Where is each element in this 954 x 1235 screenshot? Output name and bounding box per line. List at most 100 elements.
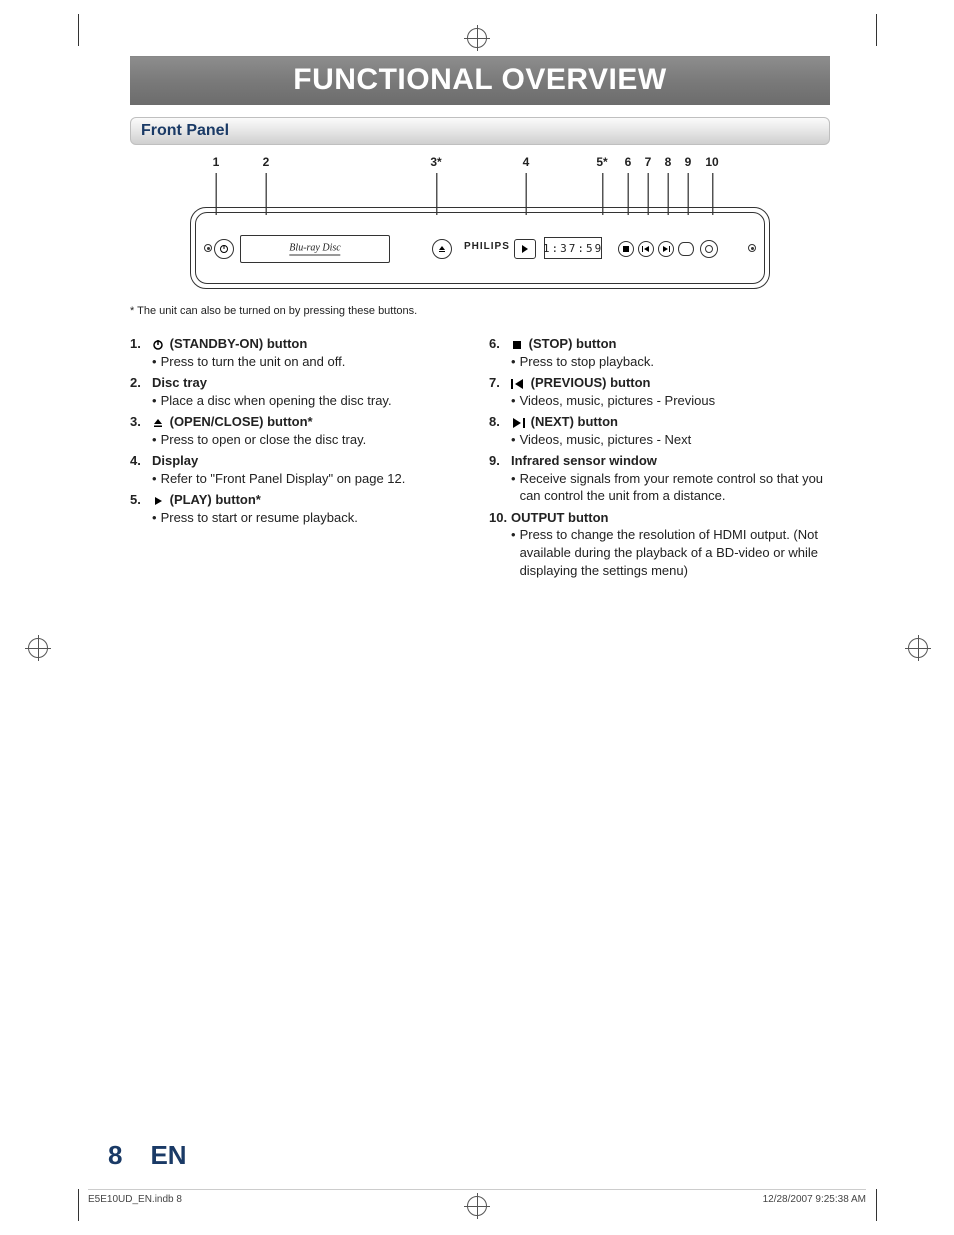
registration-mark-icon <box>908 638 928 658</box>
page-content: FUNCTIONAL OVERVIEW Front Panel 1 2 3* 4… <box>130 56 830 579</box>
disc-tray: Blu-ray Disc <box>240 235 390 263</box>
item-number: 1. <box>130 335 152 370</box>
callout-7: 7 <box>645 155 652 169</box>
previous-button-icon <box>638 241 654 257</box>
list-item: 7. (PREVIOUS) buttonVideos, music, pictu… <box>489 374 830 409</box>
item-body: Disc trayPlace a disc when opening the d… <box>152 374 471 409</box>
prev-icon <box>511 375 527 390</box>
next-button-icon <box>658 241 674 257</box>
left-column: 1. (STANDBY-ON) buttonPress to turn the … <box>130 331 471 579</box>
page-footer: 8 EN <box>108 1140 187 1171</box>
language-code: EN <box>150 1140 186 1171</box>
callout-10: 10 <box>705 155 718 169</box>
callout-5: 5* <box>596 155 607 169</box>
callout-3: 3* <box>430 155 441 169</box>
crop-mark <box>78 1189 79 1221</box>
device-outline: Blu-ray Disc PHILIPS 1:37:59 <box>190 207 770 289</box>
page-number: 8 <box>108 1140 122 1171</box>
item-body: (STANDBY-ON) buttonPress to turn the uni… <box>152 335 471 370</box>
registration-mark-icon <box>28 638 48 658</box>
item-label: Infrared sensor window <box>511 452 830 470</box>
list-item: 3. (OPEN/CLOSE) button*Press to open or … <box>130 413 471 448</box>
standby-button-icon <box>214 239 234 259</box>
callout-2: 2 <box>263 155 270 169</box>
power-icon <box>152 336 166 351</box>
footnote: * The unit can also be turned on by pres… <box>130 305 830 317</box>
item-number: 5. <box>130 491 152 526</box>
list-item: 10. OUTPUT buttonPress to change the res… <box>489 509 830 579</box>
screw-icon <box>204 244 212 252</box>
section-heading: Front Panel <box>130 117 830 145</box>
callout-4: 4 <box>523 155 530 169</box>
registration-mark-icon <box>467 28 487 48</box>
list-item: 1. (STANDBY-ON) buttonPress to turn the … <box>130 335 471 370</box>
item-description: Refer to "Front Panel Display" on page 1… <box>152 470 471 488</box>
item-number: 3. <box>130 413 152 448</box>
item-body: DisplayRefer to "Front Panel Display" on… <box>152 452 471 487</box>
item-body: (STOP) buttonPress to stop playback. <box>511 335 830 370</box>
list-item: 2. Disc trayPlace a disc when opening th… <box>130 374 471 409</box>
callout-row: 1 2 3* 4 5* 6 7 8 9 10 <box>190 155 770 207</box>
item-description: Press to stop playback. <box>511 353 830 371</box>
item-label: Disc tray <box>152 374 471 392</box>
item-label: (STANDBY-ON) button <box>152 335 471 353</box>
item-label: (PLAY) button* <box>152 491 471 509</box>
play-icon <box>152 492 166 507</box>
item-description: Place a disc when opening the disc tray. <box>152 392 471 410</box>
item-description: Press to turn the unit on and off. <box>152 353 471 371</box>
crop-mark <box>876 1189 877 1221</box>
list-item: 5. (PLAY) button*Press to start or resum… <box>130 491 471 526</box>
front-panel-diagram: 1 2 3* 4 5* 6 7 8 9 10 Blu-ray Disc <box>130 155 830 289</box>
stop-button-icon <box>618 241 634 257</box>
crop-mark <box>78 14 79 46</box>
list-item: 8. (NEXT) buttonVideos, music, pictures … <box>489 413 830 448</box>
crop-mark <box>876 14 877 46</box>
list-item: 4. DisplayRefer to "Front Panel Display"… <box>130 452 471 487</box>
output-button-icon <box>700 240 718 258</box>
item-label: (NEXT) button <box>511 413 830 431</box>
item-label: (PREVIOUS) button <box>511 374 830 392</box>
item-body: (OPEN/CLOSE) button*Press to open or clo… <box>152 413 471 448</box>
right-column: 6. (STOP) buttonPress to stop playback.7… <box>489 331 830 579</box>
item-description: Videos, music, pictures - Previous <box>511 392 830 410</box>
bluray-logo: Blu-ray Disc <box>289 243 340 256</box>
item-body: (PREVIOUS) buttonVideos, music, pictures… <box>511 374 830 409</box>
callout-8: 8 <box>665 155 672 169</box>
item-description: Press to start or resume playback. <box>152 509 471 527</box>
description-columns: 1. (STANDBY-ON) buttonPress to turn the … <box>130 331 830 579</box>
print-file: E5E10UD_EN.indb 8 <box>88 1194 182 1205</box>
item-body: (NEXT) buttonVideos, music, pictures - N… <box>511 413 830 448</box>
item-number: 6. <box>489 335 511 370</box>
list-item: 9. Infrared sensor windowReceive signals… <box>489 452 830 505</box>
item-number: 4. <box>130 452 152 487</box>
item-description: Receive signals from your remote control… <box>511 470 830 505</box>
item-label: (STOP) button <box>511 335 830 353</box>
screw-icon <box>748 244 756 252</box>
page-title: FUNCTIONAL OVERVIEW <box>130 57 830 105</box>
item-label: Display <box>152 452 471 470</box>
item-label: (OPEN/CLOSE) button* <box>152 413 471 431</box>
play-button-icon <box>514 239 536 259</box>
brand-label: PHILIPS <box>464 241 510 252</box>
callout-9: 9 <box>685 155 692 169</box>
item-number: 10. <box>489 509 511 579</box>
stop-icon <box>511 336 525 351</box>
item-description: Videos, music, pictures - Next <box>511 431 830 449</box>
ir-sensor-icon <box>678 242 694 256</box>
item-number: 7. <box>489 374 511 409</box>
item-body: Infrared sensor windowReceive signals fr… <box>511 452 830 505</box>
item-body: (PLAY) button*Press to start or resume p… <box>152 491 471 526</box>
display-readout: 1:37:59 <box>544 237 602 259</box>
item-label: OUTPUT button <box>511 509 830 527</box>
list-item: 6. (STOP) buttonPress to stop playback. <box>489 335 830 370</box>
next-icon <box>511 414 527 429</box>
callout-1: 1 <box>213 155 220 169</box>
item-number: 8. <box>489 413 511 448</box>
eject-button-icon <box>432 239 452 259</box>
item-description: Press to change the resolution of HDMI o… <box>511 526 830 579</box>
eject-icon <box>152 414 166 429</box>
item-number: 2. <box>130 374 152 409</box>
print-date: 12/28/2007 9:25:38 AM <box>763 1194 866 1205</box>
item-number: 9. <box>489 452 511 505</box>
printer-footer: E5E10UD_EN.indb 8 12/28/2007 9:25:38 AM <box>88 1189 866 1205</box>
